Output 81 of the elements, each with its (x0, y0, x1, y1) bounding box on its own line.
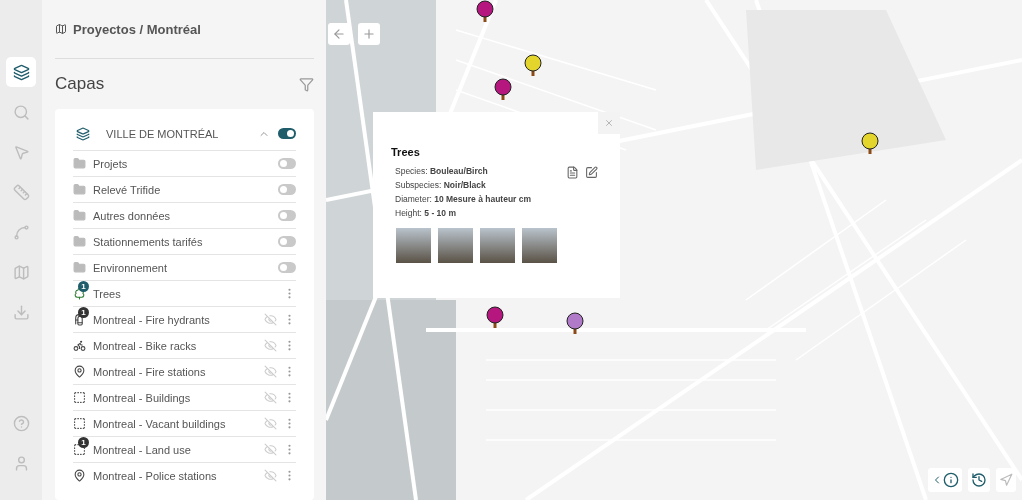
layer-label[interactable]: Montreal - Police stations (93, 469, 258, 482)
layer-label[interactable]: Montreal - Vacant buildings (93, 417, 258, 430)
count-badge: 1 (78, 280, 89, 292)
attribute-text: Species: Bouleau/Birch (395, 166, 489, 177)
layer-label[interactable]: Montreal - Fire stations (93, 365, 258, 378)
filter-icon[interactable] (299, 76, 314, 92)
download-icon (12, 303, 30, 321)
tree-marker[interactable] (524, 54, 542, 78)
attribute-text: Diameter: 10 Mesure à hauteur cm (395, 194, 532, 205)
layer-toggle[interactable] (278, 210, 296, 221)
layer-label[interactable]: Montreal - Land use (93, 443, 258, 456)
tree-marker[interactable] (486, 306, 504, 330)
history-button[interactable] (968, 468, 990, 492)
layers-button[interactable] (6, 57, 36, 87)
document-icon[interactable] (566, 166, 579, 179)
eye-off-icon[interactable] (264, 339, 277, 352)
layers-icon (76, 126, 90, 141)
shape-icon (12, 223, 30, 241)
map-icon (12, 263, 30, 281)
popup-title: Trees (391, 146, 421, 158)
ruler-icon (12, 183, 30, 201)
pointer-icon (12, 143, 30, 161)
bike-icon (73, 338, 87, 353)
map-icon (55, 23, 67, 35)
layer-label[interactable]: Montreal - Buildings (93, 391, 258, 404)
history-icon (971, 472, 987, 488)
layer-label[interactable]: Projets (93, 157, 272, 170)
tree-marker[interactable] (494, 78, 512, 102)
folder-icon (73, 156, 87, 171)
layer-label[interactable]: Autres données (93, 209, 272, 222)
attribute-text: Height: 5 - 10 m (395, 208, 457, 219)
photo-placeholder[interactable] (396, 228, 431, 263)
tree-marker[interactable] (566, 312, 584, 336)
layer-label[interactable]: Environnement (93, 261, 272, 274)
hatched-square-icon (73, 390, 87, 405)
layers-icon (12, 63, 30, 81)
layer-label[interactable]: Stationnements tarifés (93, 235, 272, 248)
photo-placeholder[interactable] (480, 228, 515, 263)
navigation-button[interactable] (996, 468, 1016, 492)
folder-icon (73, 208, 87, 223)
search-icon (12, 103, 30, 121)
layer-label[interactable]: Trees (93, 287, 258, 300)
layer-toggle[interactable] (278, 236, 296, 247)
pin-icon (73, 468, 87, 483)
breadcrumb: Proyectos / Montréal (73, 21, 201, 37)
hatched-square-icon (73, 416, 87, 431)
layer-label[interactable]: Montreal - Bike racks (93, 339, 258, 352)
photo-placeholder[interactable] (438, 228, 473, 263)
folder-icon (73, 234, 87, 249)
zoom-in-button[interactable] (358, 23, 380, 45)
eye-off-icon[interactable] (264, 417, 277, 430)
layer-toggle[interactable] (278, 158, 296, 169)
layer-label[interactable]: Relevé Trifide (93, 183, 272, 196)
group-title: VILLE DE MONTRÉAL (106, 127, 220, 140)
folder-icon (73, 182, 87, 197)
count-badge: 1 (78, 306, 89, 318)
tree-marker[interactable] (476, 0, 494, 24)
plus-icon (362, 27, 376, 41)
layer-toggle[interactable] (278, 184, 296, 195)
tree-marker[interactable] (861, 132, 879, 156)
eye-off-icon[interactable] (264, 443, 277, 456)
close-icon (604, 118, 614, 128)
attribute-text: Subspecies: Noir/Black (395, 180, 487, 191)
eye-off-icon[interactable] (264, 313, 277, 326)
layer-label[interactable]: Montreal - Fire hydrants (93, 313, 258, 326)
eye-off-icon[interactable] (264, 365, 277, 378)
eye-off-icon[interactable] (264, 391, 277, 404)
edit-icon[interactable] (585, 166, 598, 179)
count-badge: 1 (78, 436, 89, 448)
back-button[interactable] (328, 23, 350, 45)
photo-placeholder[interactable] (522, 228, 557, 263)
layer-toggle[interactable] (278, 262, 296, 273)
help-icon (12, 414, 30, 432)
panel-title: Capas (55, 74, 105, 94)
pin-icon (73, 364, 87, 379)
folder-icon (73, 260, 87, 275)
eye-off-icon[interactable] (264, 469, 277, 482)
group-toggle[interactable] (278, 128, 296, 139)
info-icon (943, 472, 959, 488)
navigation-icon (999, 473, 1013, 487)
info-button[interactable] (928, 468, 962, 492)
